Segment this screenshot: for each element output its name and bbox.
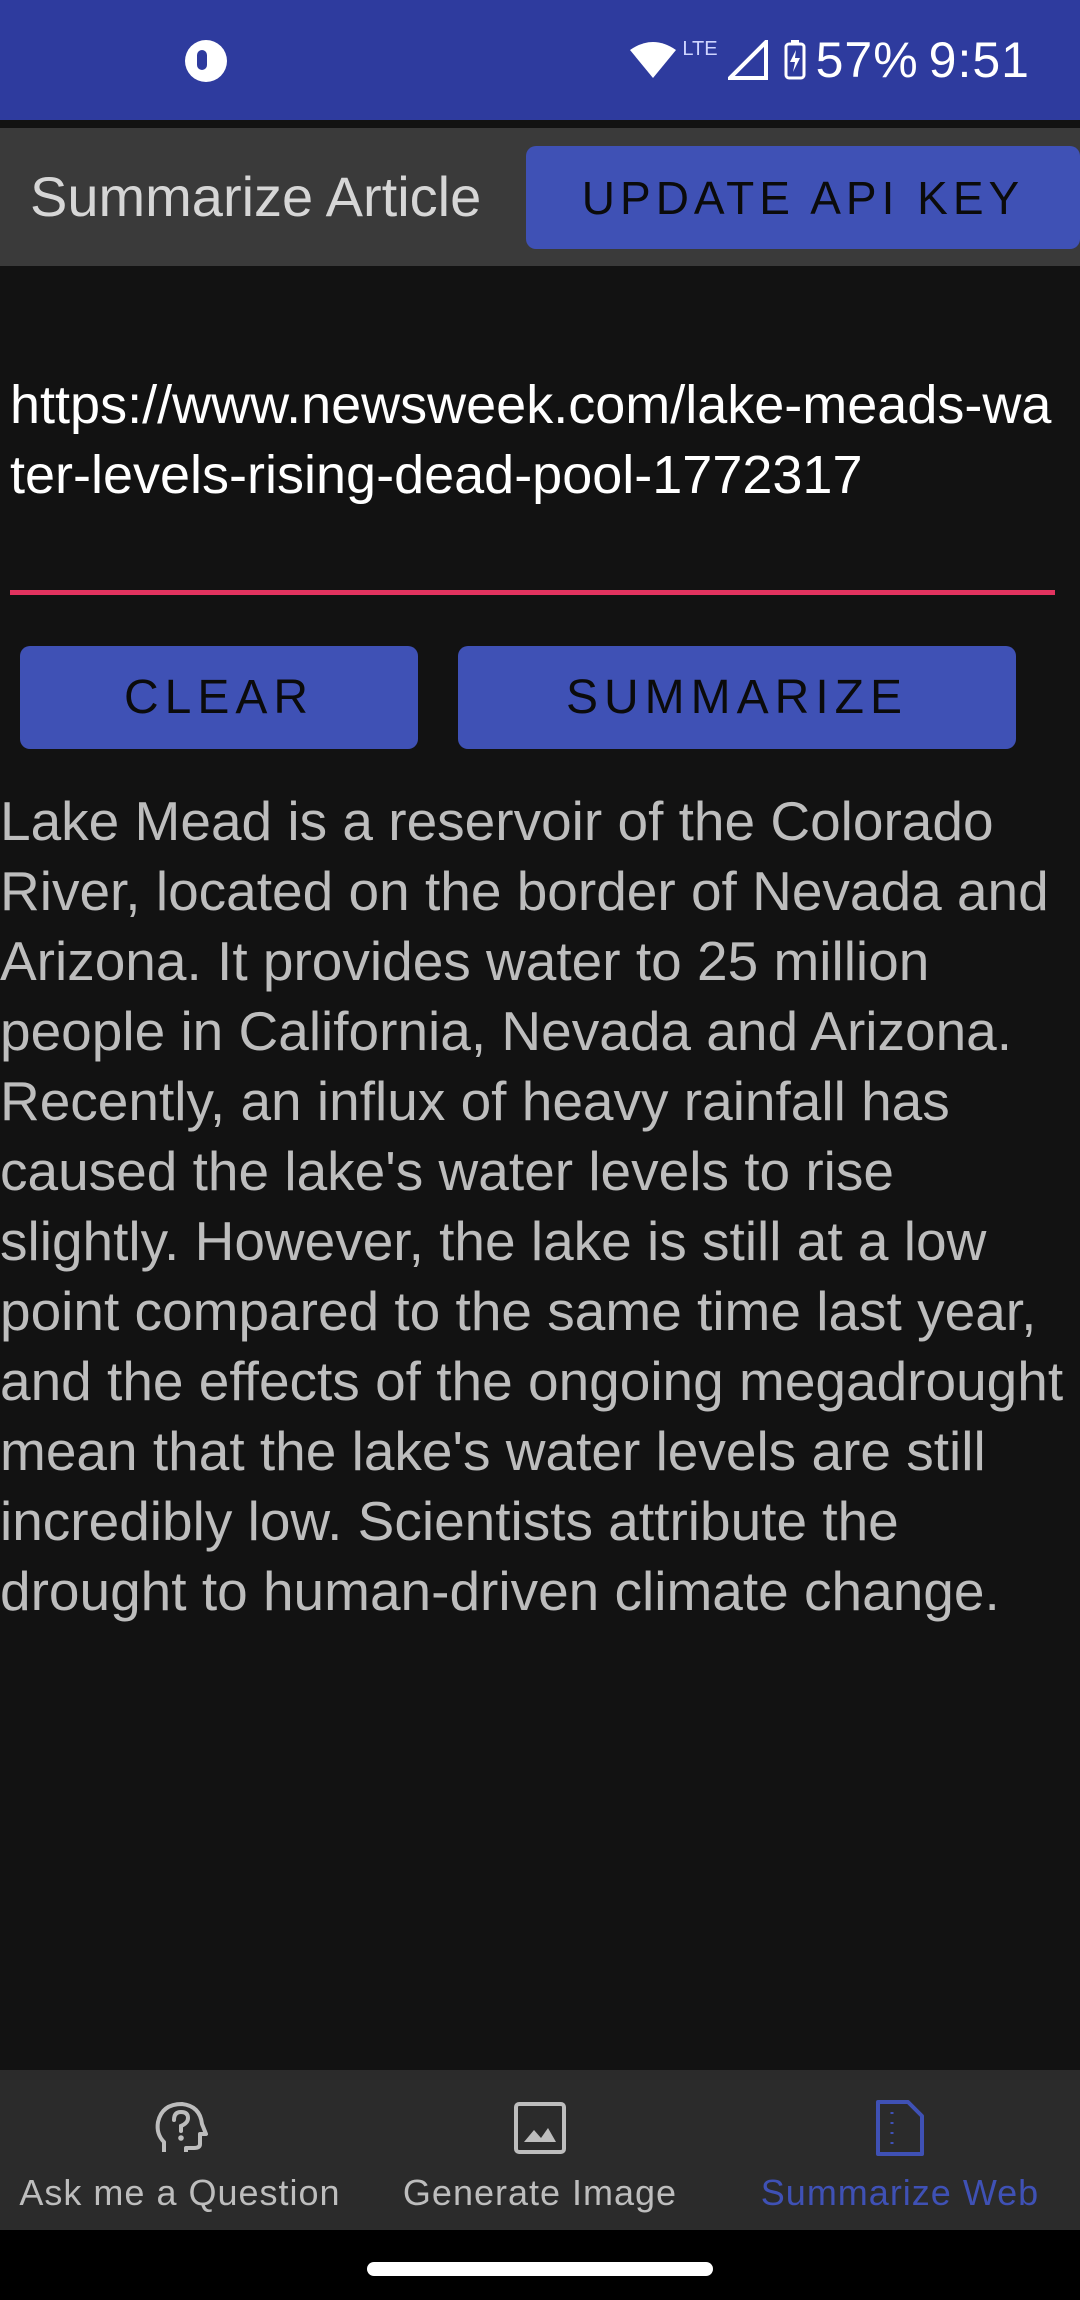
battery-charging-icon <box>784 40 806 80</box>
home-gesture-handle[interactable] <box>367 2262 713 2276</box>
status-right-group: LTE 57% 9:51 <box>628 30 1030 90</box>
page-title: Summarize Article <box>30 165 482 228</box>
nav-item-generate-image[interactable]: Generate Image <box>360 2070 720 2230</box>
question-head-icon <box>155 2102 208 2152</box>
document-icon <box>876 2100 924 2156</box>
image-icon <box>514 2102 566 2154</box>
network-type-label: LTE <box>682 37 718 60</box>
nav-item-ask-question[interactable]: Ask me a Question <box>0 2070 360 2230</box>
nav-label-summarize-web: Summarize Web <box>760 2172 1040 2213</box>
app-notification-icon <box>185 40 227 82</box>
clear-button[interactable]: CLEAR <box>20 646 418 749</box>
wifi-icon <box>630 42 677 78</box>
bottom-navigation: Ask me a Question Generate Image Summari… <box>0 2070 1080 2230</box>
url-input[interactable]: https://www.newsweek.com/lake-meads-wate… <box>10 370 1055 510</box>
screen: LTE 57% 9:51 Summarize Article UPDATE AP… <box>0 0 1080 2300</box>
summary-text: Lake Mead is a reservoir of the Colorado… <box>0 790 1064 1622</box>
status-bar: LTE 57% 9:51 <box>0 0 1080 120</box>
update-api-key-button[interactable]: UPDATE API KEY <box>526 146 1080 249</box>
url-input-underline <box>10 590 1055 595</box>
summarize-button[interactable]: SUMMARIZE <box>458 646 1016 749</box>
nav-label-ask-question: Ask me a Question <box>19 2172 341 2213</box>
clock-time: 9:51 <box>928 32 1030 88</box>
cell-signal-icon <box>727 40 768 80</box>
battery-percent: 57% <box>815 32 919 88</box>
nav-item-summarize-web[interactable]: Summarize Web <box>720 2070 1080 2230</box>
nav-label-generate-image: Generate Image <box>402 2172 678 2213</box>
top-app-bar: Summarize Article UPDATE API KEY <box>0 128 1080 266</box>
